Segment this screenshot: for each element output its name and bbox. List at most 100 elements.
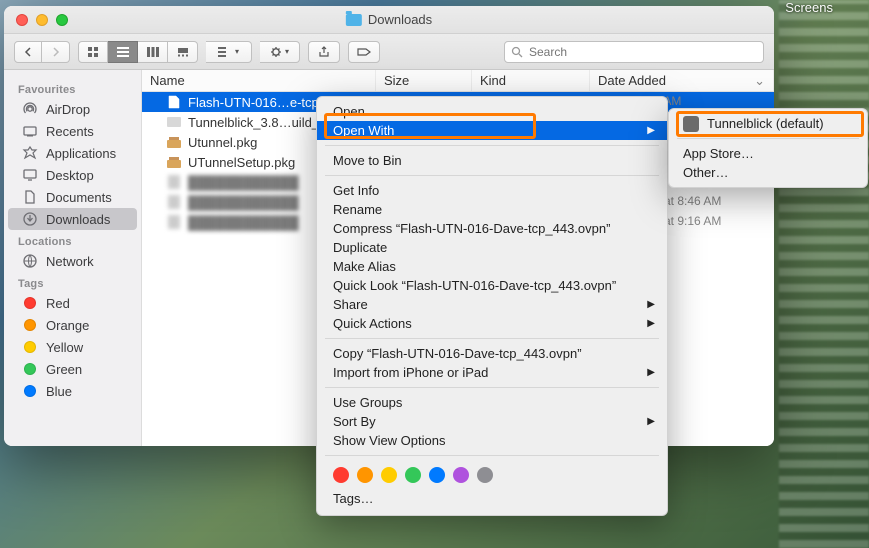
file-name: Utunnel.pkg [188, 135, 257, 150]
tag-dot-icon [22, 383, 38, 399]
sidebar-item-label: Blue [46, 384, 72, 399]
sidebar-item-network[interactable]: Network [8, 250, 137, 272]
context-menu-item[interactable]: Open [317, 102, 667, 121]
tag-color-swatch[interactable] [405, 467, 421, 483]
submenu-item-label: App Store… [683, 146, 754, 161]
sidebar-section-header: Locations [4, 230, 141, 250]
desktop-icon [22, 167, 38, 183]
icon-view-button[interactable] [78, 41, 108, 63]
file-icon [166, 114, 182, 130]
submenu-item-label: Tunnelblick (default) [707, 116, 824, 131]
column-name[interactable]: Name [142, 70, 376, 91]
file-icon [166, 214, 182, 230]
sidebar-item-label: Red [46, 296, 70, 311]
tag-dot-icon [22, 295, 38, 311]
submenu-item[interactable]: Other… [669, 163, 867, 182]
column-view-button[interactable] [138, 41, 168, 63]
submenu-item[interactable]: Tunnelblick (default) [669, 114, 867, 133]
documents-icon [22, 189, 38, 205]
context-menu-item[interactable]: Open With▶ [317, 121, 667, 140]
context-menu-item[interactable]: Tags… [317, 489, 667, 510]
minimize-window-button[interactable] [36, 14, 48, 26]
column-date[interactable]: Date Added⌄ [590, 70, 774, 91]
zoom-window-button[interactable] [56, 14, 68, 26]
tag-color-swatch[interactable] [453, 467, 469, 483]
sidebar-item-orange[interactable]: Orange [8, 314, 137, 336]
tag-dot-icon [22, 361, 38, 377]
nav-buttons [14, 41, 70, 63]
context-menu-item[interactable]: Rename [317, 200, 667, 219]
apps-icon [22, 145, 38, 161]
action-button[interactable]: ▾ [260, 41, 300, 63]
titlebar: Downloads [4, 6, 774, 34]
context-menu-item[interactable]: Sort By▶ [317, 412, 667, 431]
sidebar-item-applications[interactable]: Applications [8, 142, 137, 164]
sidebar-item-recents[interactable]: Recents [8, 120, 137, 142]
tag-dot-icon [22, 317, 38, 333]
context-menu-item[interactable]: Quick Actions▶ [317, 314, 667, 333]
back-button[interactable] [14, 41, 42, 63]
tag-color-swatch[interactable] [429, 467, 445, 483]
menu-separator [325, 455, 659, 456]
sidebar-item-documents[interactable]: Documents [8, 186, 137, 208]
tag-color-swatch[interactable] [333, 467, 349, 483]
context-menu-item[interactable]: Use Groups [317, 393, 667, 412]
sidebar-item-green[interactable]: Green [8, 358, 137, 380]
submenu-chevron-icon: ▶ [647, 299, 655, 310]
sidebar-item-label: AirDrop [46, 102, 90, 117]
tag-color-swatch[interactable] [357, 467, 373, 483]
search-input[interactable] [529, 45, 757, 59]
gallery-view-button[interactable] [168, 41, 198, 63]
list-view-button[interactable] [108, 41, 138, 63]
sidebar-item-label: Recents [46, 124, 94, 139]
sidebar-item-desktop[interactable]: Desktop [8, 164, 137, 186]
menubar-app: Screens [785, 0, 833, 15]
sidebar-item-airdrop[interactable]: AirDrop [8, 98, 137, 120]
submenu-item[interactable]: App Store… [669, 144, 867, 163]
context-menu-item[interactable]: Make Alias [317, 257, 667, 276]
tag-color-swatch[interactable] [477, 467, 493, 483]
context-menu-item[interactable]: Show View Options [317, 431, 667, 450]
submenu-chevron-icon: ▶ [647, 318, 655, 329]
context-menu-item[interactable]: Copy “Flash-UTN-016-Dave-tcp_443.ovpn” [317, 344, 667, 363]
context-menu-item[interactable]: Quick Look “Flash-UTN-016-Dave-tcp_443.o… [317, 276, 667, 295]
search-field[interactable] [504, 41, 764, 63]
context-menu-item[interactable]: Share▶ [317, 295, 667, 314]
sidebar-item-label: Documents [46, 190, 112, 205]
file-icon [166, 154, 182, 170]
window-title: Downloads [368, 12, 432, 27]
context-menu-item[interactable]: Move to Bin [317, 151, 667, 170]
context-menu-item[interactable]: Duplicate [317, 238, 667, 257]
column-kind[interactable]: Kind [472, 70, 590, 91]
menu-separator [677, 138, 859, 139]
search-icon [511, 46, 523, 58]
tag-color-swatch[interactable] [381, 467, 397, 483]
context-menu-item[interactable]: Import from iPhone or iPad▶ [317, 363, 667, 382]
sidebar-item-yellow[interactable]: Yellow [8, 336, 137, 358]
column-size[interactable]: Size [376, 70, 472, 91]
file-name: UTunnelSetup.pkg [188, 155, 295, 170]
context-menu-item[interactable]: Compress “Flash-UTN-016-Dave-tcp_443.ovp… [317, 219, 667, 238]
menu-separator [325, 338, 659, 339]
view-switcher [78, 41, 198, 63]
tags-button[interactable] [348, 41, 380, 63]
downloads-icon [22, 211, 38, 227]
sidebar-item-label: Downloads [46, 212, 110, 227]
sidebar-item-label: Network [46, 254, 94, 269]
share-button[interactable] [308, 41, 340, 63]
sidebar-item-blue[interactable]: Blue [8, 380, 137, 402]
toolbar: ▾ ▾ [4, 34, 774, 70]
recents-icon [22, 123, 38, 139]
context-menu-item[interactable]: Get Info [317, 181, 667, 200]
file-icon [166, 194, 182, 210]
forward-button[interactable] [42, 41, 70, 63]
sidebar-item-label: Applications [46, 146, 116, 161]
sidebar: FavouritesAirDropRecentsApplicationsDesk… [4, 70, 142, 446]
sidebar-item-downloads[interactable]: Downloads [8, 208, 137, 230]
group-by-button[interactable]: ▾ [206, 41, 252, 63]
sidebar-item-red[interactable]: Red [8, 292, 137, 314]
column-header-row: Name Size Kind Date Added⌄ [142, 70, 774, 92]
sidebar-item-label: Desktop [46, 168, 94, 183]
tag-dot-icon [22, 339, 38, 355]
close-window-button[interactable] [16, 14, 28, 26]
